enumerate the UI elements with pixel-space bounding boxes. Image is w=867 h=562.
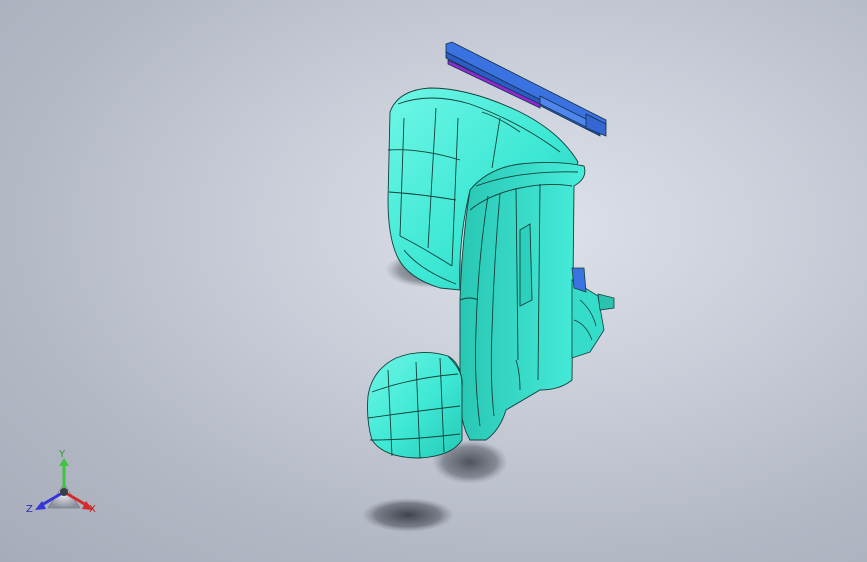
- y-axis-label: Y: [59, 449, 66, 460]
- seat-model[interactable]: [0, 0, 867, 562]
- side-mechanism: [571, 267, 615, 359]
- x-axis-label: X: [89, 504, 96, 515]
- z-axis-label: Z: [26, 504, 33, 515]
- graphics-viewport[interactable]: Y Z X: [0, 0, 867, 562]
- side-wing: [459, 161, 586, 441]
- coordinate-triad[interactable]: Y Z X: [26, 448, 106, 524]
- shadow-blob-front: [362, 498, 454, 532]
- seat-cushion: [367, 352, 463, 459]
- triad-origin: [60, 488, 68, 496]
